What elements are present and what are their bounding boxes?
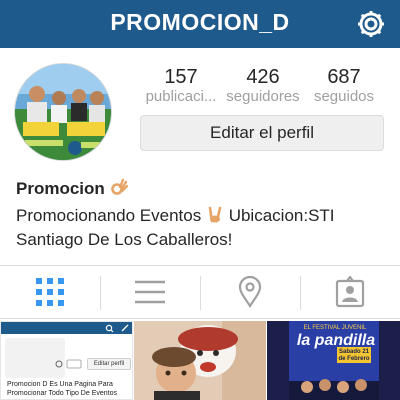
edit-profile-button[interactable]: Editar el perfil <box>140 115 384 151</box>
profile-stats: 157 publicaci... 426 seguidores 687 segu… <box>140 66 384 106</box>
post-thumbnail[interactable] <box>134 321 266 400</box>
profile-bio: Promocionando Eventos Ubicacion:STI Sant… <box>16 204 388 252</box>
ok-hand-emoji-icon <box>110 178 128 195</box>
poster-subtitle: EL FESTIVAL JUVENIL <box>303 325 367 331</box>
tabs-bottom-divider <box>0 318 400 319</box>
profile-view-tabs <box>0 266 400 318</box>
followers-count-value: 426 <box>246 66 280 88</box>
followers-count[interactable]: 426 seguidores <box>222 66 304 105</box>
app-header: PROMOCION_D <box>0 0 400 48</box>
victory-hand-emoji-icon <box>208 206 222 223</box>
following-count[interactable]: 687 seguidos <box>303 66 385 105</box>
profile-username-title: PROMOCION_D <box>110 9 290 35</box>
following-count-label: seguidos <box>313 88 375 105</box>
list-view-icon <box>135 280 165 304</box>
tab-tagged[interactable] <box>300 266 400 318</box>
tagged-photos-icon <box>335 276 365 308</box>
tab-location[interactable] <box>200 266 300 318</box>
follow-icons <box>55 359 82 369</box>
gear-icon[interactable] <box>355 8 387 40</box>
profile-avatar[interactable] <box>14 63 112 161</box>
search-icon <box>105 324 129 333</box>
poster-date: Sabado 21 de Febrero <box>338 349 370 362</box>
post-thumbnail[interactable]: EL FESTIVAL JUVENIL la pandilla Sabado 2… <box>267 321 400 400</box>
grid-view-icon <box>36 278 64 306</box>
post-thumbnail[interactable]: Editar perfil Promocion D Es Una Pagina … <box>0 321 133 400</box>
bio-text-2: Santiago De Los Caballeros! <box>16 230 233 249</box>
posts-count-label: publicaci... <box>145 88 217 105</box>
posts-count-value: 157 <box>164 66 198 88</box>
poster-title: la pandilla <box>296 332 376 349</box>
posts-grid: Editar perfil Promocion D Es Una Pagina … <box>0 321 400 400</box>
bio-text-location: Ubicacion:STI <box>228 206 335 225</box>
bio-text-1: Promocionando Eventos <box>16 206 202 225</box>
profile-name-text: Promocion <box>16 179 105 198</box>
thumbnail-avatar-placeholder <box>5 338 65 378</box>
posts-count[interactable]: 157 publicaci... <box>140 66 222 105</box>
followers-count-label: seguidores <box>226 88 300 105</box>
thumbnail-caption: Promocion D Es Una Pagina Para Promocion… <box>7 381 117 397</box>
location-pin-icon <box>238 276 262 308</box>
tab-grid[interactable] <box>0 266 100 318</box>
tab-list[interactable] <box>100 266 200 318</box>
profile-name: Promocion <box>16 178 128 199</box>
following-count-value: 687 <box>327 66 361 88</box>
thumbnail-edit-label: Editar perfil <box>87 358 131 370</box>
